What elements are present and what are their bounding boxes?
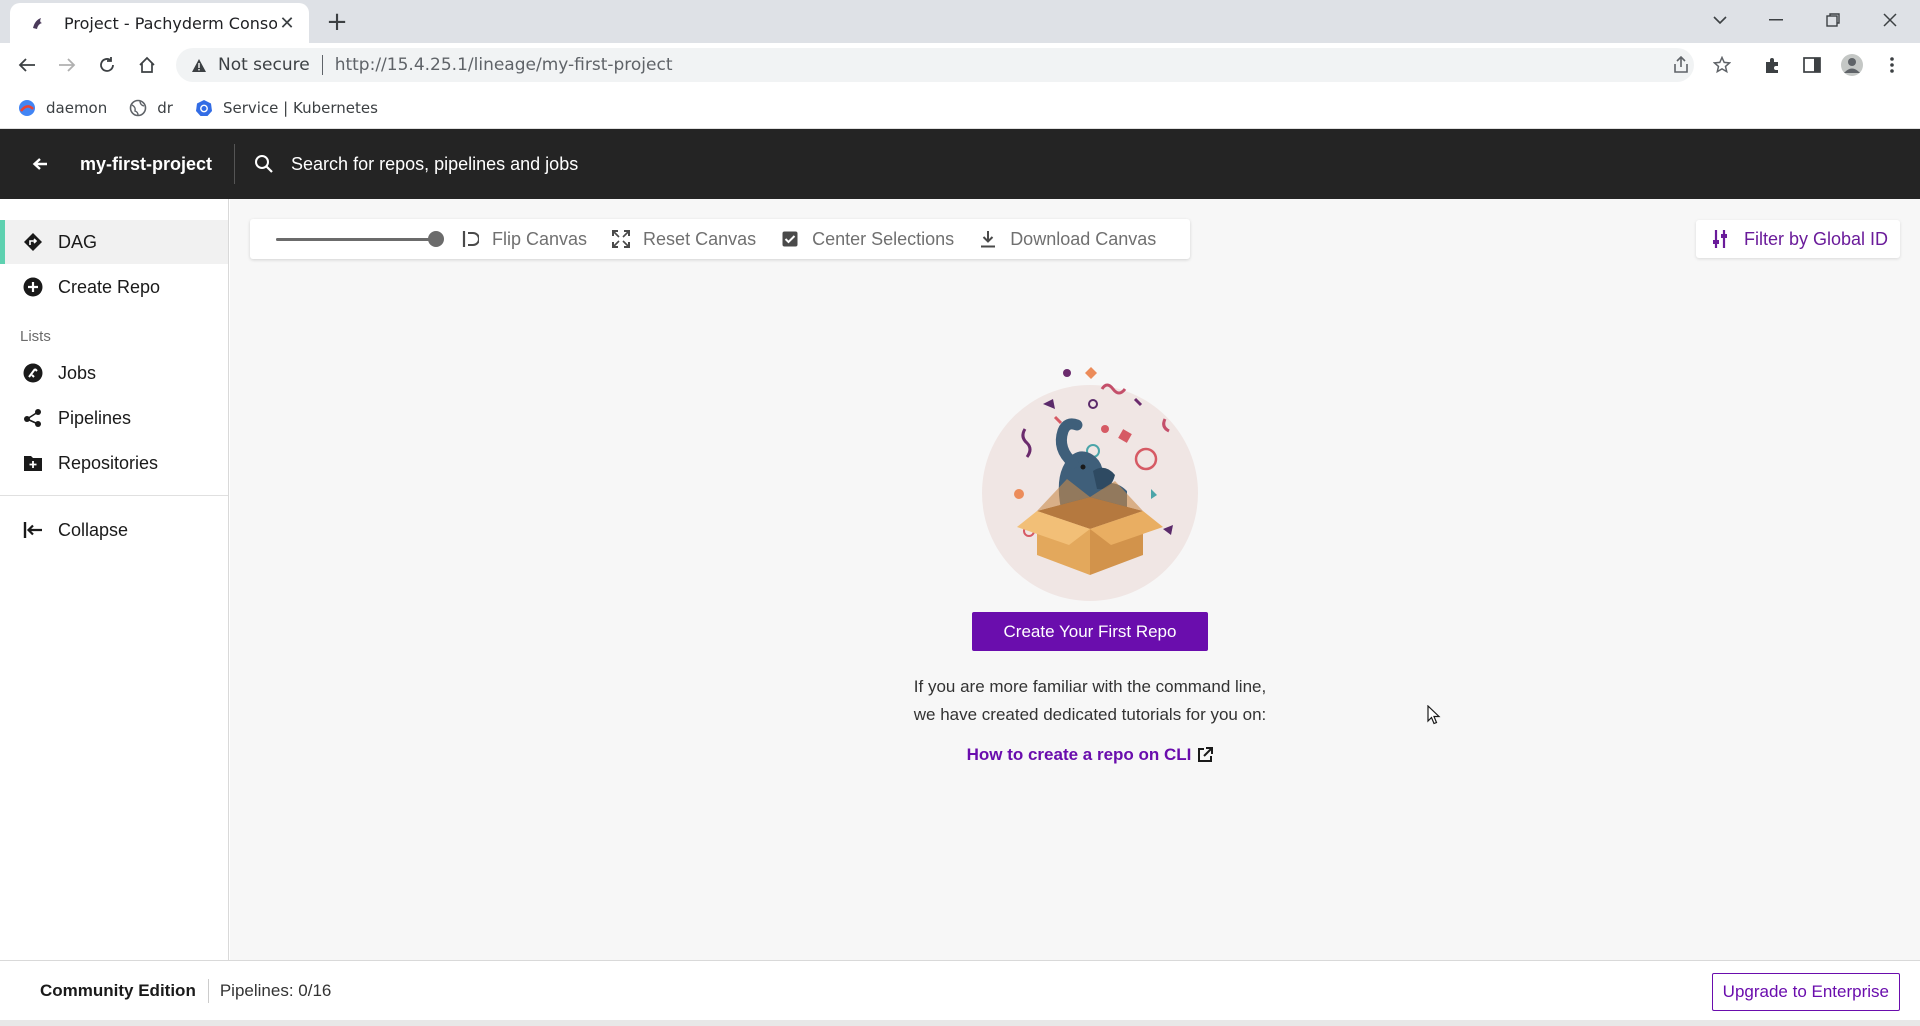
sidebar-collapse-button[interactable]: Collapse: [0, 508, 228, 552]
warning-icon[interactable]: [190, 56, 208, 74]
cli-help-text: If you are more familiar with the comman…: [860, 673, 1320, 729]
sidebar-item-label: Repositories: [58, 452, 159, 473]
url-text[interactable]: http://15.4.25.1/lineage/my-first-projec…: [335, 55, 673, 75]
side-panel-icon[interactable]: [1797, 50, 1827, 80]
sidebar-item-label: DAG: [58, 231, 98, 252]
bookmark-label: daemon: [46, 98, 108, 117]
tab-search-icon[interactable]: [1700, 4, 1740, 36]
extensions-icon[interactable]: [1757, 50, 1787, 80]
pipelines-icon: [22, 407, 44, 429]
footer-divider: [207, 978, 209, 1003]
create-first-repo-button[interactable]: Create Your First Repo: [972, 612, 1208, 651]
pipelines-count: Pipelines: 0/16: [219, 980, 332, 1000]
sidebar-item-pipelines[interactable]: Pipelines: [0, 396, 228, 440]
restore-icon[interactable]: [1813, 4, 1853, 36]
sidebar-item-label: Pipelines: [58, 407, 132, 428]
globe-icon: [129, 99, 147, 117]
bookmark-daemon[interactable]: daemon: [18, 99, 107, 117]
sidebar-item-create-repo[interactable]: Create Repo: [0, 265, 228, 309]
tab-close-icon[interactable]: ✕: [277, 13, 297, 34]
new-tab-icon[interactable]: +: [322, 7, 352, 37]
sidebar: DAG Create Repo Lists Jobs Pipelines Rep…: [0, 199, 229, 960]
edition-label: Community Edition: [40, 980, 196, 1000]
collapse-icon: [22, 519, 44, 541]
window-bottom-edge: [0, 1020, 1920, 1026]
global-search[interactable]: Search for repos, pipelines and jobs: [253, 153, 578, 175]
browser-tab-strip: Project - Pachyderm Console ✕ +: [0, 0, 1920, 43]
header-divider: [234, 144, 236, 184]
help-line-2: we have created dedicated tutorials for …: [913, 705, 1267, 724]
security-label: Not secure: [218, 55, 310, 75]
back-icon[interactable]: [12, 50, 42, 80]
search-icon: [253, 153, 275, 175]
collapse-label: Collapse: [58, 519, 129, 540]
address-bar[interactable]: Not secure http://15.4.25.1/lineage/my-f…: [176, 48, 1694, 82]
bookmarks-bar: daemon dr Service | Kubernetes: [0, 87, 1920, 129]
window-close-icon[interactable]: [1870, 4, 1910, 36]
bookmark-label: dr: [157, 98, 173, 117]
profile-avatar-icon[interactable]: [1837, 50, 1867, 80]
share-icon[interactable]: [1666, 50, 1696, 80]
cli-tutorial-link[interactable]: How to create a repo on CLI: [860, 745, 1320, 765]
sidebar-item-jobs[interactable]: Jobs: [0, 351, 228, 395]
omnibox-divider: [321, 55, 323, 75]
mouse-cursor-icon: [1427, 705, 1441, 725]
sidebar-item-label: Jobs: [58, 362, 97, 383]
sidebar-item-repositories[interactable]: Repositories: [0, 441, 228, 485]
dag-icon: [22, 231, 44, 253]
app-footer: Community Edition Pipelines: 0/16 Upgrad…: [0, 960, 1920, 1020]
elephant-in-box-illustration: [965, 359, 1215, 609]
bookmark-dr[interactable]: dr: [129, 99, 173, 117]
back-arrow-icon[interactable]: [20, 144, 60, 184]
empty-state: Create Your First Repo If you are more f…: [230, 199, 1920, 960]
bookmark-kubernetes[interactable]: Service | Kubernetes: [195, 99, 378, 117]
upgrade-to-enterprise-button[interactable]: Upgrade to Enterprise: [1711, 973, 1900, 1011]
bookmark-label: Service | Kubernetes: [222, 98, 378, 117]
help-line-1: If you are more familiar with the comman…: [913, 677, 1267, 696]
search-placeholder: Search for repos, pipelines and jobs: [291, 153, 579, 174]
lists-heading: Lists: [20, 328, 51, 345]
browser-toolbar: Not secure http://15.4.25.1/lineage/my-f…: [0, 43, 1920, 87]
sidebar-item-label: Create Repo: [58, 276, 161, 297]
dag-canvas: Flip Canvas Reset Canvas Center Selectio…: [230, 199, 1920, 960]
jobs-icon: [22, 362, 44, 384]
tab-title: Project - Pachyderm Console: [64, 13, 277, 33]
pachyderm-favicon-icon: [28, 13, 48, 33]
bookmark-star-icon[interactable]: [1707, 50, 1737, 80]
project-name: my-first-project: [80, 153, 213, 174]
kubernetes-icon: [195, 99, 213, 117]
forward-icon[interactable]: [52, 50, 82, 80]
home-icon[interactable]: [132, 50, 162, 80]
cli-link-label: How to create a repo on CLI: [966, 745, 1192, 764]
sidebar-divider: [0, 495, 228, 496]
plus-circle-icon: [22, 276, 44, 298]
minimize-icon[interactable]: [1756, 4, 1796, 36]
daemon-icon: [18, 99, 36, 117]
browser-tab[interactable]: Project - Pachyderm Console ✕: [10, 3, 309, 43]
sidebar-item-dag[interactable]: DAG: [0, 220, 228, 264]
app-header: my-first-project Search for repos, pipel…: [0, 129, 1920, 199]
reload-icon[interactable]: [92, 50, 122, 80]
folder-add-icon: [22, 452, 44, 474]
external-link-icon: [1197, 747, 1214, 763]
browser-menu-icon[interactable]: [1877, 50, 1907, 80]
